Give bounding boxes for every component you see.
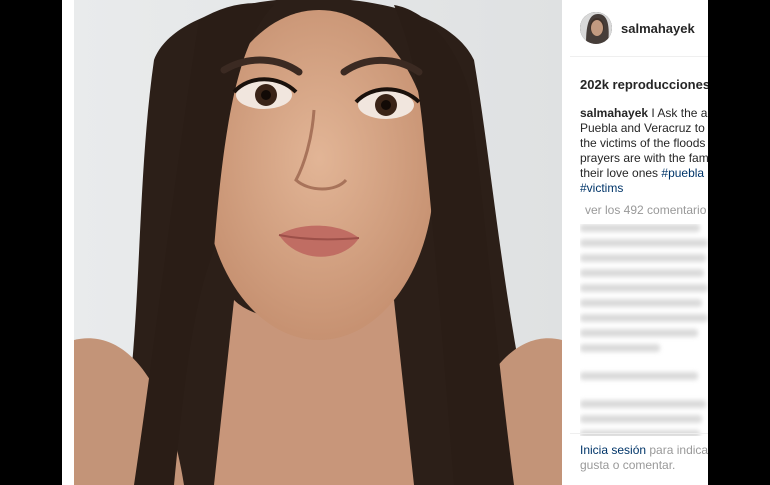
comment-placeholder bbox=[580, 400, 706, 408]
login-line-1: Inicia sesión para indica bbox=[570, 443, 708, 458]
comment-placeholder bbox=[580, 344, 660, 352]
login-prompt: Inicia sesión para indica gusta o coment… bbox=[570, 433, 708, 473]
caption-line-3: the victims of the floods bbox=[580, 136, 706, 150]
video-frame-image bbox=[74, 0, 562, 485]
instagram-embed: salmahayek 202k reproducciones salmahaye… bbox=[62, 0, 708, 485]
post-username[interactable]: salmahayek bbox=[621, 21, 695, 36]
post-video[interactable] bbox=[74, 0, 562, 485]
post-caption: salmahayek I Ask the au Puebla and Verac… bbox=[580, 106, 708, 196]
comment-placeholder bbox=[580, 415, 702, 423]
caption-text-5: their love ones bbox=[580, 166, 662, 180]
comment-placeholder bbox=[580, 329, 698, 337]
caption-line-2: Puebla and Veracruz to bbox=[580, 121, 705, 135]
caption-line-5: their love ones #puebla bbox=[580, 166, 708, 181]
hashtag-victims[interactable]: #victims bbox=[580, 181, 623, 195]
login-link[interactable]: Inicia sesión bbox=[580, 443, 646, 457]
caption-line-4: prayers are with the fam bbox=[580, 151, 708, 165]
comment-placeholder bbox=[580, 299, 702, 307]
post-sidebar: salmahayek 202k reproducciones salmahaye… bbox=[570, 0, 708, 485]
comment-placeholder bbox=[580, 224, 700, 232]
hashtag-puebla[interactable]: #puebla bbox=[661, 166, 704, 180]
post-header: salmahayek bbox=[570, 0, 708, 57]
caption-username[interactable]: salmahayek bbox=[580, 106, 648, 120]
caption-line-1: salmahayek I Ask the au bbox=[580, 106, 708, 121]
login-line-2: gusta o comentar. bbox=[580, 458, 676, 472]
comment-placeholder bbox=[580, 254, 706, 262]
avatar[interactable] bbox=[580, 12, 612, 44]
caption-text-1: I Ask the au bbox=[648, 106, 708, 120]
view-comments-link[interactable]: ver los 492 comentario bbox=[585, 203, 706, 217]
view-count: 202k reproducciones bbox=[580, 77, 708, 92]
comment-placeholder bbox=[580, 372, 698, 380]
profile-photo-icon bbox=[580, 12, 612, 44]
comments-list-blurred bbox=[580, 224, 708, 436]
caption-line-6: #victims bbox=[580, 181, 708, 196]
comment-placeholder bbox=[580, 269, 704, 277]
login-text-1: para indica bbox=[646, 443, 708, 457]
comment-placeholder bbox=[580, 314, 708, 322]
comment-placeholder bbox=[580, 239, 708, 247]
comment-placeholder bbox=[580, 284, 708, 292]
